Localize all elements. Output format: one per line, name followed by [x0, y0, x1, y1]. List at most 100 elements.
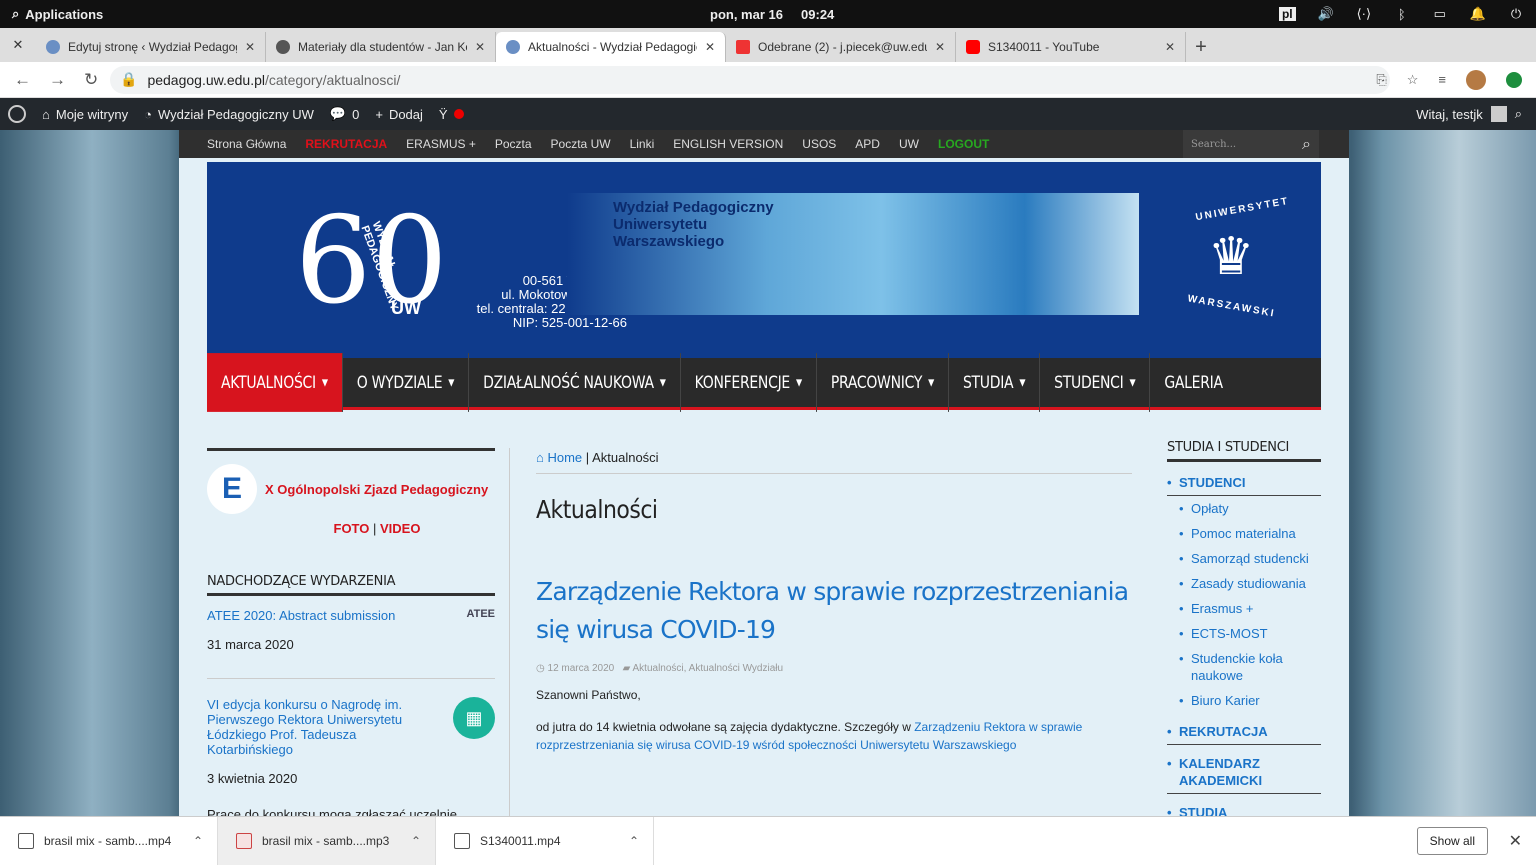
wordpress-logo-icon[interactable] — [0, 105, 34, 123]
close-tab-icon[interactable]: ✕ — [245, 40, 255, 54]
site-name-menu[interactable]: ◔ Wydział Pedagogiczny UW — [136, 107, 322, 122]
close-downloads-icon[interactable]: ✕ — [1509, 831, 1522, 851]
audio-file-icon — [236, 832, 252, 849]
post-excerpt: od jutra do 14 kwietnia odwołane są zaję… — [536, 720, 1083, 752]
clock[interactable]: pon, mar 16 09:24 — [710, 7, 834, 22]
user-avatar[interactable] — [1490, 106, 1507, 122]
nav-o-wydziale[interactable]: O WYDZIALE ▼ — [343, 353, 470, 412]
nav-galeria[interactable]: GALERIA — [1150, 353, 1236, 412]
caret-down-icon: ▼ — [795, 377, 802, 388]
topnav-uw[interactable]: UW — [899, 137, 919, 151]
breadcrumb: ⌂ Home | Aktualności — [536, 450, 1132, 474]
search-icon[interactable]: ⌕ — [1302, 134, 1311, 154]
close-tab-icon[interactable]: ✕ — [475, 40, 485, 54]
nav-konferencje[interactable]: KONFERENCJE ▼ — [681, 353, 817, 412]
translate-icon[interactable]: ⎘ — [1376, 72, 1386, 88]
back-icon[interactable]: ← — [14, 70, 31, 90]
calendar-icon: ▦ — [453, 697, 495, 739]
topnav-apd[interactable]: APD — [855, 137, 880, 151]
bluetooth-icon[interactable]: ᛒ — [1394, 7, 1410, 22]
extension-icon[interactable] — [1506, 71, 1522, 88]
topnav-usos[interactable]: USOS — [802, 137, 836, 151]
reading-list-icon[interactable]: ≡ — [1438, 72, 1446, 87]
menu-erasmus[interactable]: Erasmus + — [1167, 596, 1321, 621]
chevron-up-icon[interactable]: ⌃ — [411, 834, 435, 848]
close-icon[interactable]: ✕ — [0, 28, 36, 62]
topnav-linki[interactable]: Linki — [630, 137, 655, 151]
menu-rekrutacja[interactable]: REKRUTACJA — [1167, 721, 1321, 745]
menu-samorzad[interactable]: Samorząd studencki — [1167, 546, 1321, 571]
profile-avatar[interactable] — [1466, 69, 1486, 90]
menu-ects[interactable]: ECTS-MOST — [1167, 621, 1321, 646]
event-link[interactable]: ATEE 2020: Abstract submission — [207, 608, 395, 623]
topnav-rekrutacja[interactable]: REKRUTACJA — [305, 137, 387, 151]
admin-search-icon[interactable]: ⌕ — [1515, 106, 1522, 122]
reload-icon[interactable]: ↻ — [84, 70, 98, 90]
bookmark-star-icon[interactable]: ☆ — [1407, 72, 1419, 88]
comments-menu[interactable]: 💬 0 — [322, 106, 367, 122]
menu-pomoc-materialna[interactable]: Pomoc materialna — [1167, 521, 1321, 546]
chevron-up-icon[interactable]: ⌃ — [193, 834, 217, 848]
show-all-button[interactable]: Show all — [1416, 826, 1488, 855]
my-sites-menu[interactable]: ⌂ Moje witryny — [34, 107, 136, 122]
topnav-english[interactable]: ENGLISH VERSION — [673, 137, 783, 151]
chevron-up-icon[interactable]: ⌃ — [629, 834, 653, 848]
menu-studenci[interactable]: STUDENCI — [1167, 472, 1321, 496]
close-tab-icon[interactable]: ✕ — [935, 40, 945, 54]
applications-menu[interactable]: ⌕ Applications — [0, 6, 103, 22]
tab-materials[interactable]: Materiały dla studentów - Jan Kowalski✕ — [266, 32, 496, 62]
nav-pracownicy[interactable]: PRACOWNICY ▼ — [817, 353, 949, 412]
video-link[interactable]: VIDEO — [380, 521, 420, 536]
video-file-icon — [18, 832, 34, 849]
event-link[interactable]: VI edycja konkursu o Nagrodę im. Pierwsz… — [207, 697, 427, 757]
topnav-poczta-uw[interactable]: Poczta UW — [551, 137, 611, 151]
new-tab-button[interactable]: + — [1186, 32, 1216, 62]
breadcrumb-home[interactable]: ⌂ Home — [536, 450, 582, 465]
menu-kalendarz[interactable]: KALENDARZ AKADEMICKI — [1167, 753, 1321, 794]
menu-oplaty[interactable]: Opłaty — [1167, 496, 1321, 521]
close-tab-icon[interactable]: ✕ — [1165, 40, 1175, 54]
site-search-input[interactable]: Search... ⌕ — [1183, 130, 1319, 158]
network-icon[interactable]: ⟨·⟩ — [1356, 6, 1372, 22]
nav-studenci[interactable]: STUDENCI ▼ — [1040, 353, 1151, 412]
tab-aktualnosci[interactable]: Aktualności - Wydział Pedagogiczny✕ — [496, 32, 726, 62]
tab-youtube[interactable]: S1340011 - YouTube ✕ — [956, 32, 1186, 62]
keyboard-layout-indicator[interactable]: pl — [1278, 7, 1296, 21]
page-title: Aktualności — [536, 496, 658, 525]
menu-zasady[interactable]: Zasady studiowania — [1167, 571, 1321, 596]
topnav-erasmus[interactable]: ERASMUS + — [406, 137, 476, 151]
url-field[interactable]: 🔒 pedagog.uw.edu.pl/category/aktualnosci… — [110, 65, 1390, 94]
zjazd-widget[interactable]: E X Ogólnopolski Zjazd Pedagogiczny — [207, 463, 495, 515]
nav-dzialalnosc-naukowa[interactable]: DZIAŁALNOŚĆ NAUKOWA ▼ — [469, 353, 681, 412]
post-categories[interactable]: Aktualności, Aktualności Wydziału — [633, 663, 784, 674]
tab-gmail[interactable]: Odebrane (2) - j.piecek@uw.edu.pl ✕ — [726, 32, 956, 62]
topnav-logout[interactable]: LOGOUT — [938, 137, 989, 151]
nav-studia[interactable]: STUDIA ▼ — [949, 353, 1041, 412]
site-header-banner[interactable]: 60 WYDZIAŁ PEDAGOGICZNY UW 00-561 Warsza… — [207, 162, 1321, 358]
topnav-home[interactable]: Strona Główna — [207, 137, 286, 151]
menu-studia-stacjonarne[interactable]: STUDIA STACJONARNE — [1167, 802, 1321, 816]
topnav-poczta[interactable]: Poczta — [495, 137, 532, 151]
notifications-icon[interactable]: 🔔 — [1470, 6, 1486, 22]
tab-edit-page[interactable]: Edytuj stronę ‹ Wydział Pedagogiczny✕ — [36, 32, 266, 62]
add-new-menu[interactable]: + Dodaj — [367, 107, 431, 122]
close-tab-icon[interactable]: ✕ — [705, 40, 715, 54]
download-item[interactable]: brasil mix - samb....mp4 ⌃ — [0, 816, 218, 865]
download-item[interactable]: S1340011.mp4 ⌃ — [436, 816, 654, 865]
faculty-favicon-icon — [506, 40, 520, 54]
yoast-seo-icon[interactable]: Ÿ — [431, 107, 472, 122]
menu-kola-naukowe[interactable]: Studenckie koła naukowe — [1167, 646, 1321, 688]
account-menu[interactable]: Witaj, testjk — [1416, 107, 1482, 122]
post-title-link[interactable]: Zarządzenie Rektora w sprawie rozprzestr… — [536, 573, 1132, 649]
battery-icon[interactable]: ▭ — [1432, 6, 1448, 22]
forward-icon[interactable]: → — [49, 70, 66, 90]
wordpress-admin-bar: ⌂ Moje witryny ◔ Wydział Pedagogiczny UW 💬… — [0, 98, 1536, 130]
power-icon[interactable]: ⏻ — [1508, 6, 1524, 22]
menu-biuro-karier[interactable]: Biuro Karier — [1167, 688, 1321, 713]
download-item[interactable]: brasil mix - samb....mp3 ⌃ — [218, 816, 436, 865]
seo-status-dot — [453, 109, 464, 119]
volume-icon[interactable]: 🔊 — [1318, 6, 1334, 22]
foto-link[interactable]: FOTO — [334, 521, 370, 536]
nav-aktualnosci[interactable]: AKTUALNOŚCI ▼ — [207, 353, 343, 412]
studia-widget-title: STUDIA I STUDENCI — [1167, 440, 1321, 462]
